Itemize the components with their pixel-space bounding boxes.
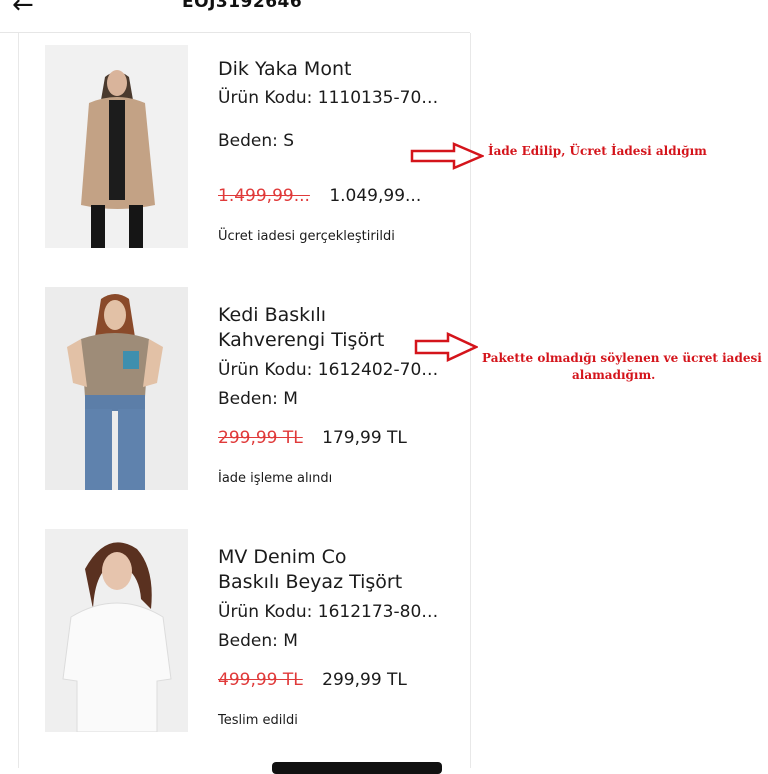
old-price: 1.499,99... bbox=[218, 186, 310, 206]
product-image bbox=[45, 287, 188, 490]
item-status: Ücret iadesi gerçekleştirildi bbox=[218, 229, 395, 244]
product-name: Dik Yaka Mont bbox=[218, 58, 352, 80]
item-status: İade işleme alındı bbox=[218, 471, 333, 486]
product-size: Beden: S bbox=[218, 131, 295, 151]
product-name-line2: Baskılı Beyaz Tişört bbox=[218, 571, 403, 593]
product-size: Beden: M bbox=[218, 631, 298, 651]
current-price: 1.049,99... bbox=[329, 186, 422, 206]
red-arrow-icon bbox=[414, 332, 478, 362]
product-code: Ürün Kodu: 1612173-80194 bbox=[218, 602, 448, 622]
back-arrow-icon[interactable]: ← bbox=[12, 0, 34, 18]
order-number-title: EOJ3192646 bbox=[182, 0, 303, 12]
old-price: 299,99 TL bbox=[218, 428, 303, 448]
red-arrow-icon bbox=[410, 142, 484, 170]
product-name-line1: Kedi Baskılı bbox=[218, 304, 326, 326]
product-code: Ürün Kodu: 1110135-70361 bbox=[218, 88, 448, 108]
annotation-not-refunded-line2: alamadığım. bbox=[572, 368, 656, 382]
item-status: Teslim edildi bbox=[218, 713, 298, 728]
old-price: 499,99 TL bbox=[218, 670, 303, 690]
current-price: 299,99 TL bbox=[322, 670, 407, 690]
product-image bbox=[45, 529, 188, 732]
product-image bbox=[45, 45, 188, 248]
order-items-panel: Dik Yaka Mont Ürün Kodu: 1110135-70361 B… bbox=[18, 33, 471, 768]
bottom-action-button[interactable] bbox=[272, 762, 442, 774]
product-name-line2: Kahverengi Tişört bbox=[218, 329, 385, 351]
current-price: 179,99 TL bbox=[322, 428, 407, 448]
product-size: Beden: M bbox=[218, 389, 298, 409]
annotation-refunded: İade Edilip, Ücret İadesi aldığım bbox=[488, 144, 707, 158]
product-name-line1: MV Denim Co bbox=[218, 546, 347, 568]
product-code: Ürün Kodu: 1612402-703... bbox=[218, 360, 448, 380]
annotation-not-refunded-line1: Pakette olmadığı söylenen ve ücret iades… bbox=[482, 351, 762, 365]
top-bar: ← EOJ3192646 bbox=[0, 0, 470, 33]
